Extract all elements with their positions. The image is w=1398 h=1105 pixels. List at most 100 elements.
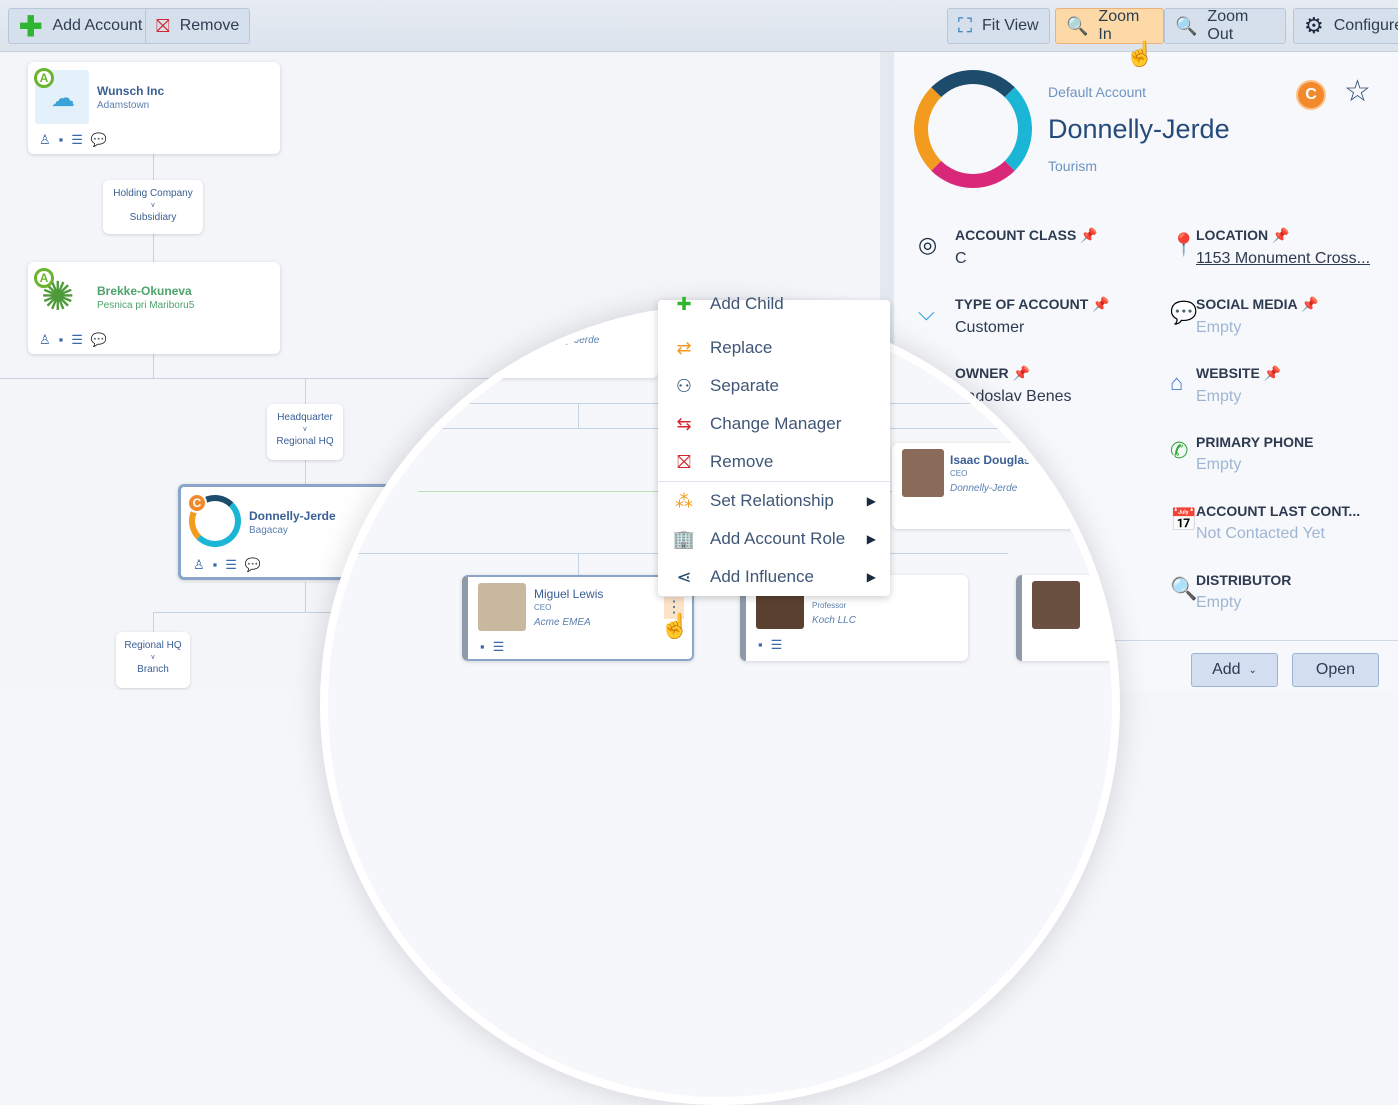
hand-cursor-icon: ☝ (660, 613, 690, 640)
location-pin-icon: 📍 (1170, 232, 1198, 257)
field-last-contacted: ACCOUNT LAST CONT... Not Contacted Yet (1196, 503, 1361, 542)
account-role-icon: 🏢 (672, 528, 696, 549)
class-badge: C (187, 493, 207, 513)
menu-item-add-account-role[interactable]: 🏢 Add Account Role ▶ (658, 520, 890, 558)
account-name: Donnelly-Jerde (249, 509, 336, 523)
hand-cursor-icon: ☝ (1125, 41, 1155, 68)
menu-item-add-child[interactable]: ✚ Add Child (658, 293, 890, 315)
calendar-clock-icon: 📅 (1170, 507, 1198, 532)
contacts-tree-icon[interactable]: ▪ (758, 637, 763, 653)
hierarchy-icon[interactable]: ♙ (193, 557, 205, 573)
submenu-arrow-icon: ▶ (866, 494, 876, 508)
relation-label: Regional HQ v Branch (116, 632, 190, 688)
pin-icon[interactable]: 📌 (1092, 296, 1109, 312)
account-card-brekke[interactable]: ✺ A Brekke-Okuneva Pesnica pri Mariboru5… (28, 262, 280, 354)
list-icon[interactable]: ☰ (771, 637, 783, 653)
menu-item-change-manager[interactable]: ⇆ Change Manager (658, 405, 890, 443)
chat-bubble-icon: 💬 (1170, 300, 1198, 325)
contact-photo (478, 583, 526, 631)
pin-icon[interactable]: 📌 (1013, 365, 1030, 381)
account-card-wunsch[interactable]: ☁ A Wunsch Inc Adamstown ♙ ▪ ☰ 💬 (28, 62, 280, 154)
menu-item-remove[interactable]: ⛝ Remove (658, 443, 890, 481)
configure-button[interactable]: ⚙ Configure (1293, 8, 1398, 44)
zoom-in-icon: 🔍 (1066, 15, 1089, 36)
dropdown-icon: ⌵ (918, 300, 935, 325)
pin-icon[interactable]: 📌 (1080, 227, 1097, 243)
open-button[interactable]: Open (1292, 653, 1379, 687)
influence-icon: ⋖ (676, 566, 692, 587)
contact-photo (1032, 581, 1080, 629)
contact-photo (902, 449, 944, 497)
contact-card-partial[interactable] (1016, 575, 1112, 661)
class-badge: A (34, 68, 54, 88)
contacts-tree-icon[interactable]: ▪ (213, 557, 218, 573)
account-location: Pesnica pri Mariboru5 (97, 300, 195, 311)
relation-label: Headquarter v Regional HQ (267, 404, 343, 460)
separate-icon: ⚇ (675, 375, 693, 396)
zoom-out-button[interactable]: 🔍 Zoom Out (1164, 8, 1286, 44)
account-name: Brekke-Okuneva (97, 284, 192, 298)
contact-card-isaac[interactable]: Isaac Douglas CEO Donnelly-Jerde (892, 443, 1092, 529)
fit-view-icon: ⛶ (958, 14, 972, 37)
lookup-icon: 🔍 (1170, 576, 1198, 601)
field-primary-phone: PRIMARY PHONE Empty (1196, 434, 1314, 473)
menu-item-add-influence[interactable]: ⋖ Add Influence ▶ (658, 558, 890, 596)
contacts-tree-icon[interactable]: ▪ (480, 639, 485, 655)
account-industry: Tourism (1048, 158, 1098, 174)
home-icon: ⌂ (1170, 370, 1184, 395)
menu-item-set-relationship[interactable]: ⁂ Set Relationship ▶ (658, 482, 890, 520)
pin-icon[interactable]: 📌 (1264, 365, 1281, 381)
star-icon[interactable]: ☆ (1344, 74, 1371, 109)
submenu-arrow-icon: ▶ (866, 532, 876, 546)
pin-icon[interactable]: 📌 (1272, 227, 1289, 243)
account-logo (914, 70, 1032, 188)
remove-node-icon: ⛝ (156, 15, 170, 36)
location-link[interactable]: 1153 Monument Cross... (1196, 250, 1370, 268)
replace-icon: ⇄ (676, 337, 692, 358)
add-dropdown-button[interactable]: Add ⌄ (1191, 653, 1278, 687)
change-manager-icon: ⇆ (676, 413, 692, 434)
comment-icon[interactable]: 💬 (91, 332, 107, 348)
field-account-class: ACCOUNT CLASS 📌 C (955, 227, 1098, 267)
add-icon: ✚ (676, 293, 692, 314)
contacts-tree-icon[interactable]: ▪ (59, 332, 64, 348)
plus-icon: ✚ (19, 10, 43, 42)
account-location: Bagacay (249, 525, 288, 536)
hierarchy-icon[interactable]: ♙ (39, 132, 51, 148)
remove-button[interactable]: ⛝ Remove (145, 8, 251, 44)
field-location: LOCATION 📌 1153 Monument Cross... (1196, 227, 1371, 268)
chevron-down-icon: ⌄ (1248, 664, 1257, 676)
submenu-arrow-icon: ▶ (866, 570, 876, 584)
add-account-button[interactable]: ✚ Add Account (8, 8, 154, 44)
fit-view-button[interactable]: ⛶ Fit View (947, 8, 1050, 44)
comment-icon[interactable]: 💬 (91, 132, 107, 148)
relation-label: Holding Company v Subsidiary (103, 180, 203, 234)
gear-icon: ⚙ (1304, 13, 1324, 38)
list-icon[interactable]: ☰ (71, 332, 83, 348)
menu-item-separate[interactable]: ⚇ Separate (658, 367, 890, 405)
relationship-icon: ⁂ (675, 490, 693, 511)
account-title: Donnelly-Jerde (1048, 114, 1230, 144)
account-name: Wunsch Inc (97, 84, 165, 98)
account-location: Adamstown (97, 100, 150, 111)
comment-icon[interactable]: 💬 (245, 557, 261, 573)
list-icon[interactable]: ☰ (225, 557, 237, 573)
field-social-media: SOCIAL MEDIA 📌 Empty (1196, 296, 1319, 336)
field-type-of-account: TYPE OF ACCOUNT 📌 Customer (955, 296, 1110, 336)
list-icon[interactable]: ☰ (71, 132, 83, 148)
hierarchy-icon[interactable]: ♙ (39, 332, 51, 348)
zoom-out-icon: 🔍 (1175, 15, 1198, 36)
class-badge: A (34, 268, 54, 288)
menu-item-replace[interactable]: ⇄ Replace (658, 329, 890, 367)
toolbar: ✚ Add Account ⛝ Remove ⛶ Fit View 🔍 Zoom In … (0, 0, 1398, 52)
contacts-tree-icon[interactable]: ▪ (59, 132, 64, 148)
class-badge: C (1296, 80, 1326, 110)
contact-card-top[interactable]: Donnelly-Jerde (458, 313, 658, 378)
phone-icon: ✆ (1170, 438, 1189, 463)
list-icon[interactable]: ☰ (493, 639, 505, 655)
zoom-in-button[interactable]: 🔍 Zoom In (1055, 8, 1164, 44)
pin-icon[interactable]: 📌 (1301, 296, 1318, 312)
remove-icon: ⛝ (677, 451, 691, 472)
context-menu: ✚ Add Child ⇄ Replace ⚇ Separate ⇆ Change Ma… (658, 294, 890, 596)
account-type-label: Default Account (1048, 84, 1147, 100)
